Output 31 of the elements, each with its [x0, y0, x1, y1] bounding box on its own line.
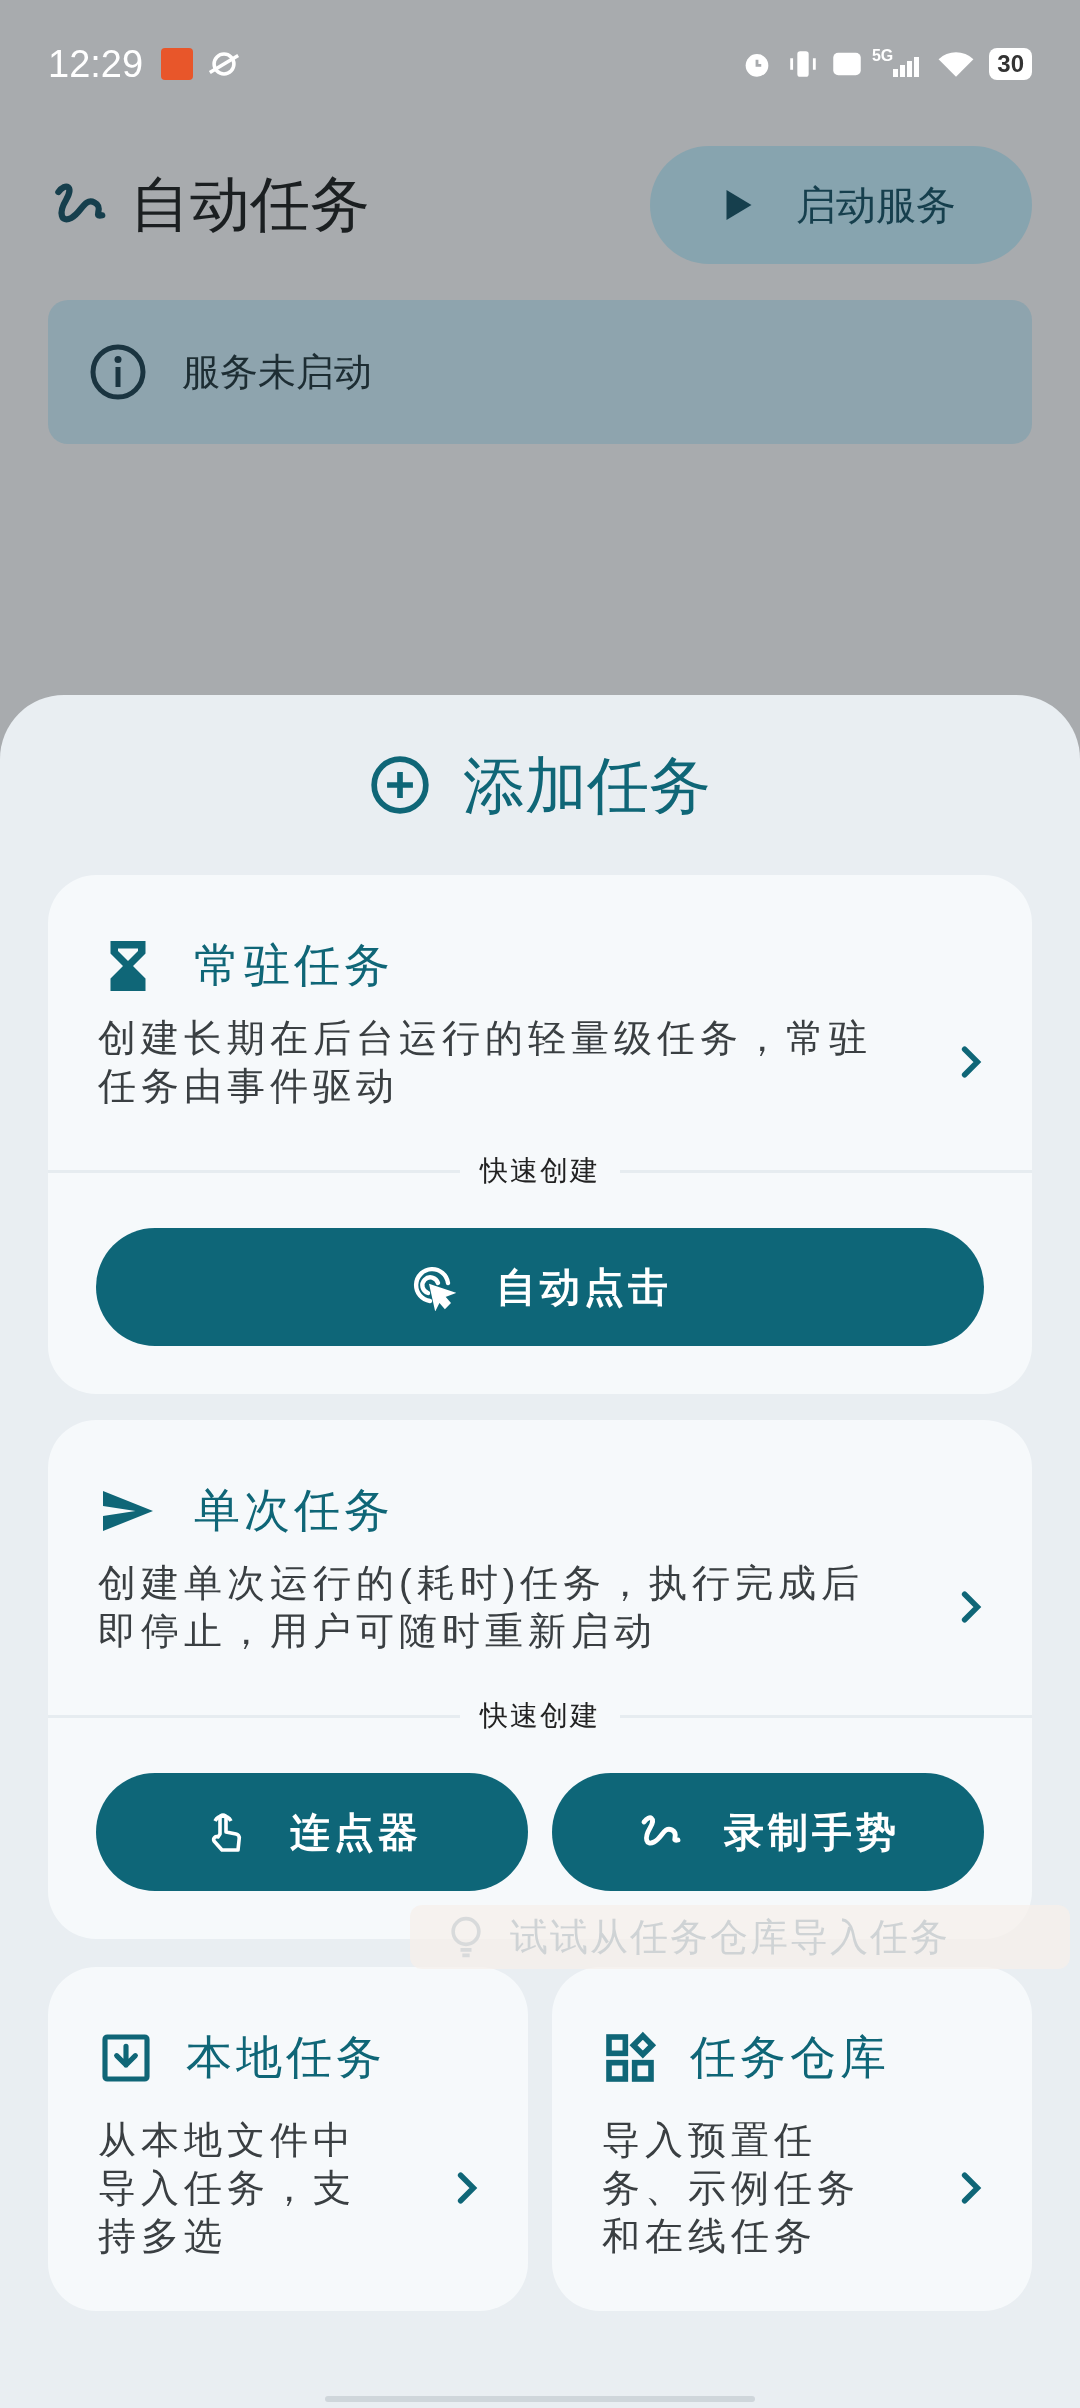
battery-indicator: 30 — [989, 48, 1032, 80]
quick-action-button[interactable]: 录制手势 — [552, 1773, 984, 1891]
network-type: 5G — [871, 46, 894, 66]
task-card[interactable]: 本地任务 从本地文件中导入任务，支持多选 — [48, 1967, 528, 2311]
quick-create-label: 快速创建 — [478, 1699, 601, 1733]
card-description: 创建长期在后台运行的轻量级任务，常驻任务由事件驱动 — [98, 1016, 873, 1109]
page-title: 自动任务 — [130, 170, 370, 240]
status-time: 12:29 — [48, 41, 144, 87]
card-title: 本地任务 — [186, 2030, 386, 2085]
play-icon — [726, 190, 752, 220]
chevron-right-icon — [456, 2171, 478, 2205]
info-icon — [88, 342, 148, 402]
add-circle-icon — [369, 754, 431, 816]
start-service-button[interactable]: 启动服务 — [650, 146, 1032, 264]
card-title: 任务仓库 — [690, 2030, 890, 2085]
app-notification-icon — [161, 48, 194, 80]
task-card[interactable]: 任务仓库 导入预置任务、示例任务和在线任务 — [552, 1967, 1032, 2311]
card-title: 单次任务 — [194, 1483, 394, 1538]
quick-action-button[interactable]: 连点器 — [96, 1773, 528, 1891]
card-title: 常驻任务 — [194, 938, 394, 993]
chevron-right-icon — [960, 2171, 982, 2205]
task-card[interactable]: 常驻任务 创建长期在后台运行的轻量级任务，常驻任务由事件驱动 快速创建 自动点击 — [48, 875, 1032, 1394]
chevron-right-icon — [960, 1045, 982, 1079]
banner-text: 服务未启动 — [182, 349, 372, 395]
quick-action-button[interactable]: 自动点击 — [96, 1228, 984, 1346]
card-description: 导入预置任务、示例任务和在线任务 — [602, 2118, 861, 2259]
sheet-title: 添加任务 — [463, 749, 711, 822]
chevron-right-icon — [960, 1590, 982, 1624]
card-description: 创建单次运行的(耗时)任务，执行完成后即停止，用户可随时重新启动 — [98, 1561, 866, 1654]
card-description: 从本地文件中导入任务，支持多选 — [98, 2118, 357, 2259]
quick-create-label: 快速创建 — [478, 1154, 601, 1188]
